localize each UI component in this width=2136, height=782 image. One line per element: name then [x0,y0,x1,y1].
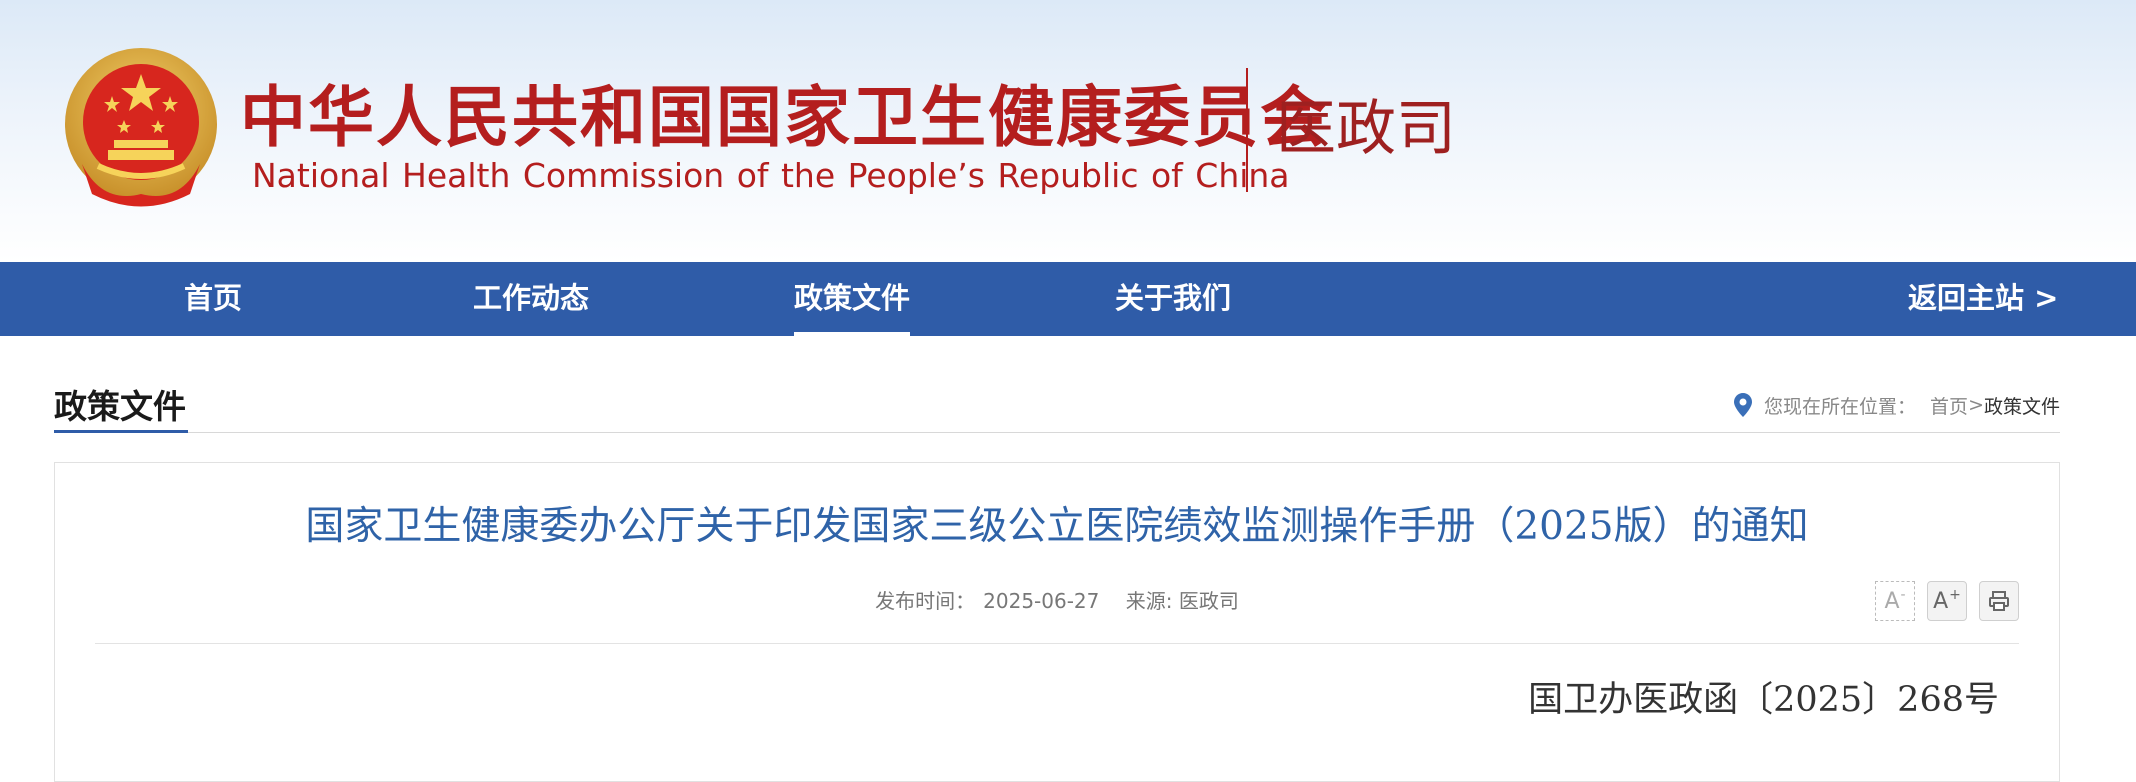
nav-item-about-us[interactable]: 关于我们 [1115,262,1231,336]
document-number: 国卫办医政函〔2025〕268号 [1528,680,1999,720]
decrease-font-mark: - [1900,587,1906,603]
publish-label: 发布时间： [875,589,976,613]
article-panel: 国家卫生健康委办公厅关于印发国家三级公立医院绩效监测操作手册（2025版）的通知… [54,462,2060,782]
site-title-en: National Health Commission of the People… [252,156,1290,195]
header-divider [1246,68,1248,192]
location-pin-icon [1734,393,1753,417]
decrease-font-label: A [1884,588,1900,614]
publish-date: 2025-06-27 [983,589,1100,613]
nav-item-policy-documents[interactable]: 政策文件 [794,262,911,336]
increase-font-label: A [1933,588,1949,614]
main-nav: 首页 工作动态 政策文件 关于我们 返回主站 > [0,262,2136,336]
print-button[interactable] [1979,581,2019,621]
section-title: 政策文件 [54,387,186,426]
site-header: 中华人民共和国国家卫生健康委员会 National Health Commiss… [0,0,2136,262]
printer-icon [1989,591,2009,611]
breadcrumb: 您现在所在位置： 首页 > 政策文件 [1734,390,2060,420]
breadcrumb-home-link[interactable]: 首页 [1930,392,1968,419]
article-title: 国家卫生健康委办公厅关于印发国家三级公立医院绩效监测操作手册（2025版）的通知 [305,504,1809,549]
article-meta: 发布时间： 2025-06-27 来源: 医政司 [55,585,2059,614]
increase-font-button[interactable]: A + [1927,581,1967,621]
section-rule [54,432,2060,433]
nav-item-work-news[interactable]: 工作动态 [473,262,589,336]
decrease-font-button[interactable]: A- [1875,581,1915,621]
nav-item-home[interactable]: 首页 [184,262,242,336]
increase-font-mark: + [1949,587,1961,603]
department-name: 医政司 [1276,94,1456,164]
breadcrumb-current-link[interactable]: 政策文件 [1984,392,2060,419]
publish-time: 发布时间： 2025-06-27 [875,589,1099,613]
national-emblem-icon [65,48,217,207]
source-value: 医政司 [1178,589,1239,613]
article-divider [95,643,2019,644]
site-title-cn: 中华人民共和国国家卫生健康委员会 [240,79,1328,156]
source: 来源: 医政司 [1126,589,1239,613]
breadcrumb-prefix: 您现在所在位置： [1764,395,1917,418]
article-tools: A- A + [1875,581,2019,621]
breadcrumb-separator: > [1968,394,1984,416]
return-main-site-link[interactable]: 返回主站 > [1908,262,2058,336]
section-title-underline [54,430,188,433]
source-label: 来源: [1125,589,1179,613]
